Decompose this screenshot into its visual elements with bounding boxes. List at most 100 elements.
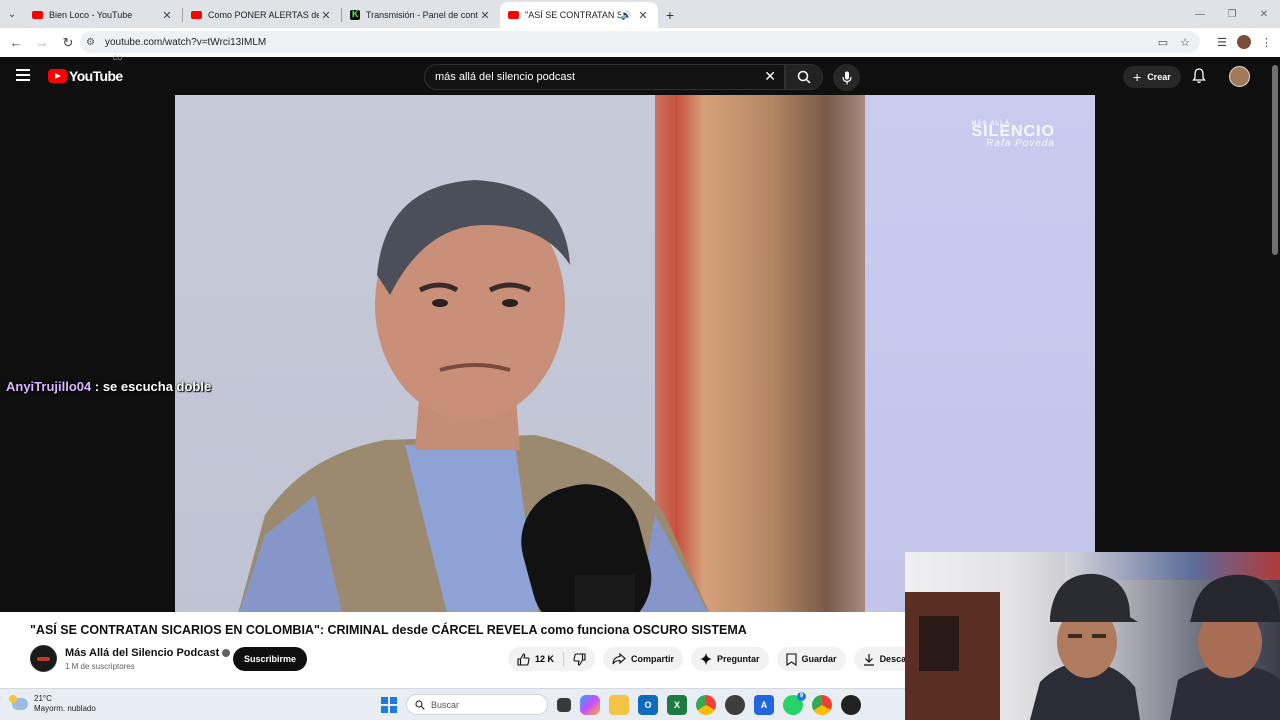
chrome-icon[interactable]	[696, 694, 716, 715]
windows-start-icon[interactable]	[381, 696, 397, 713]
youtube-play-icon	[48, 69, 67, 83]
install-app-icon[interactable]: ▭	[1158, 36, 1168, 49]
search-button[interactable]	[785, 64, 823, 90]
new-tab-button[interactable]: +	[658, 2, 682, 28]
bookmark-icon	[785, 652, 797, 666]
outlook-icon[interactable]: O	[638, 694, 658, 715]
page-scrollbar[interactable]	[1270, 57, 1280, 552]
tab-close-icon[interactable]: ✕	[319, 9, 333, 22]
plus-icon: +	[1133, 69, 1142, 85]
webcam-person-right	[1170, 574, 1280, 720]
url-text: youtube.com/watch?v=tWrci13IMLM	[104, 36, 267, 48]
tab-close-icon[interactable]: ✕	[636, 9, 650, 22]
address-bar[interactable]: ⚙ youtube.com/watch?v=tWrci13IMLM	[80, 31, 1200, 53]
voice-search-button[interactable]	[833, 64, 860, 91]
sparkle-icon	[700, 653, 713, 665]
video-title: "ASÍ SE CONTRATAN SICARIOS EN COLOMBIA":…	[30, 623, 747, 637]
country-code: CO	[113, 56, 122, 62]
tab-search-chevron-icon[interactable]: ⌄	[0, 0, 24, 28]
forward-arrow-icon[interactable]: →	[30, 31, 54, 55]
video-actions: 12 K Compartir Preguntar Guardar Descar	[508, 647, 919, 671]
toolbar-right: ☰ ⋮	[1217, 31, 1272, 53]
subscribe-button[interactable]: Suscribirme	[233, 647, 308, 671]
temperature: 21°C	[34, 694, 52, 703]
minimize-icon[interactable]: —	[1184, 0, 1216, 28]
create-label: Crear	[1147, 72, 1171, 82]
bookmark-star-icon[interactable]: ☆	[1180, 36, 1190, 49]
profile-avatar-icon[interactable]	[1237, 35, 1251, 49]
verified-check-icon	[222, 649, 231, 658]
tab-close-icon[interactable]: ✕	[160, 9, 174, 22]
webcam-overlay	[905, 552, 1280, 720]
taskbar-search-placeholder: Buscar	[431, 699, 460, 710]
like-button[interactable]: 12 K	[508, 652, 563, 666]
save-label: Guardar	[801, 654, 837, 664]
save-button[interactable]: Guardar	[776, 647, 846, 671]
webcam-background-furniture	[905, 592, 1000, 720]
azure-icon[interactable]: A	[754, 694, 774, 715]
taskbar-search-input[interactable]: Buscar	[406, 694, 548, 715]
recording-app-icon[interactable]	[841, 694, 861, 715]
ask-button[interactable]: Preguntar	[691, 647, 769, 671]
account-avatar[interactable]	[1229, 66, 1250, 87]
scrollbar-thumb[interactable]	[1272, 65, 1278, 255]
task-view-icon[interactable]	[557, 697, 571, 712]
video-player[interactable]: MÁS ALLÁ SILENCIO Rafa Poveda	[175, 95, 1095, 612]
excel-icon[interactable]: X	[667, 694, 687, 715]
file-explorer-icon[interactable]	[609, 694, 629, 715]
chrome-profile-icon[interactable]	[812, 694, 832, 715]
youtube-favicon-icon	[508, 11, 519, 19]
site-info-icon[interactable]: ⚙	[86, 37, 95, 48]
channel-avatar[interactable]	[30, 645, 57, 672]
stream-chat-message: AnyiTrujillo04 : se escucha doble	[6, 379, 211, 394]
speaker-icon[interactable]: 🔊	[621, 10, 632, 21]
whatsapp-icon[interactable]: 9	[783, 691, 806, 715]
browser-toolbar: ← → ↻ ⚙ youtube.com/watch?v=tWrci13IMLM …	[0, 28, 1280, 57]
youtube-logo[interactable]: YouTube	[48, 68, 123, 84]
webcam-person-left	[1030, 573, 1140, 720]
browser-tab-2[interactable]: Como PONER ALERTAS de KICK ✕	[183, 2, 341, 28]
ask-label: Preguntar	[717, 654, 760, 664]
clear-search-icon[interactable]: ✕	[764, 68, 776, 85]
video-frame-person	[238, 180, 710, 612]
share-button[interactable]: Compartir	[603, 647, 684, 671]
youtube-wordmark: YouTube	[69, 68, 123, 84]
browser-tab-1[interactable]: Bien Loco - YouTube ✕	[24, 2, 182, 28]
dislike-button[interactable]	[564, 652, 595, 666]
tab-close-icon[interactable]: ✕	[478, 9, 492, 22]
browser-tab-strip: ⌄ Bien Loco - YouTube ✕ Como PONER ALERT…	[0, 0, 1280, 28]
browser-tab-4-active[interactable]: "ASÍ SE CONTRATAN SICARI 🔊 ✕	[500, 2, 658, 28]
window-controls: — ❐ ✕	[1184, 0, 1280, 28]
back-arrow-icon[interactable]: ←	[4, 31, 28, 55]
tab-title: Bien Loco - YouTube	[49, 10, 133, 20]
close-window-icon[interactable]: ✕	[1248, 0, 1280, 28]
subscriber-count: 1 M de suscriptores	[65, 662, 135, 671]
tab-title: Como PONER ALERTAS de KICK	[208, 10, 319, 20]
youtube-header: YouTube CO más allá del silencio podcast…	[0, 56, 1280, 95]
windows-taskbar: 21°C Mayorm. nublado Buscar O X A 9	[0, 688, 905, 720]
chat-text: : se escucha doble	[94, 379, 212, 394]
kick-favicon-icon	[350, 9, 360, 20]
hamburger-menu-icon[interactable]	[16, 69, 30, 84]
partly-cloudy-icon	[9, 695, 28, 710]
copilot-icon[interactable]	[580, 694, 600, 715]
taskbar-apps: Buscar O X A 9	[381, 691, 861, 715]
restore-icon[interactable]: ❐	[1216, 0, 1248, 28]
browser-tab-3[interactable]: Transmisión - Panel de control de ✕	[342, 2, 500, 28]
share-label: Compartir	[631, 654, 675, 664]
thumbs-down-icon	[573, 652, 586, 666]
microphone-icon	[841, 71, 852, 84]
search-input[interactable]: más allá del silencio podcast ✕	[424, 64, 785, 90]
obs-studio-icon[interactable]	[725, 694, 745, 715]
media-controls-icon[interactable]: ☰	[1217, 36, 1227, 49]
thumbs-up-icon	[517, 652, 530, 666]
menu-kebab-icon[interactable]: ⋮	[1261, 36, 1272, 49]
chat-username: AnyiTrujillo04	[6, 379, 92, 394]
omnibox-actions: ▭ ☆	[1158, 31, 1190, 53]
like-dislike-group: 12 K	[508, 647, 596, 671]
channel-name[interactable]: Más Allá del Silencio Podcast	[65, 647, 231, 659]
create-button[interactable]: + Crear	[1123, 66, 1181, 88]
reload-icon[interactable]: ↻	[56, 31, 80, 55]
notifications-bell-icon[interactable]	[1192, 68, 1206, 89]
weather-widget[interactable]: 21°C Mayorm. nublado	[9, 694, 96, 714]
